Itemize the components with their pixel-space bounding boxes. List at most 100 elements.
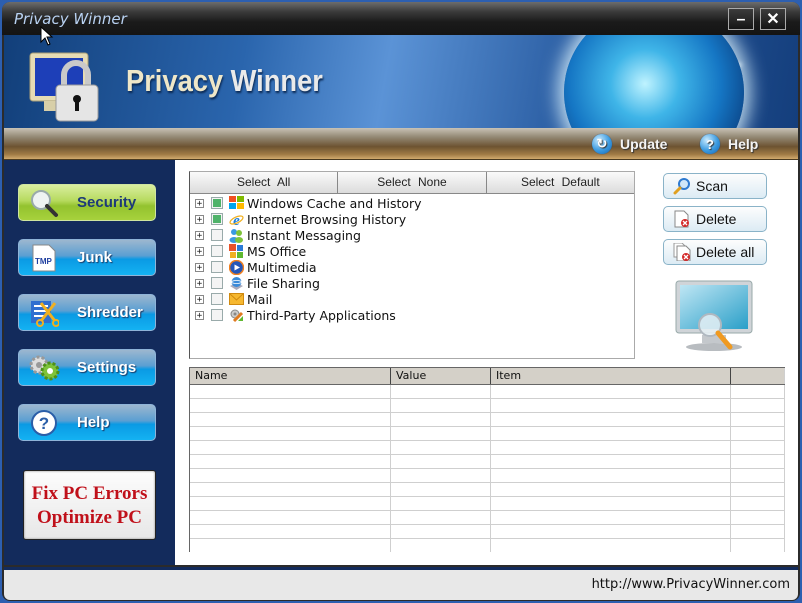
question-icon: ? — [700, 134, 720, 154]
close-button[interactable]: ✕ — [760, 8, 786, 30]
category-checkbox[interactable] — [211, 277, 223, 289]
expand-icon[interactable]: + — [195, 262, 204, 272]
delete-button[interactable]: Delete — [663, 206, 767, 232]
toolbar-help-button[interactable]: ? Help — [700, 133, 758, 155]
sidebar-item-security[interactable]: Security — [18, 184, 156, 221]
table-cell — [731, 441, 785, 454]
table-row[interactable] — [190, 539, 785, 552]
magnifier-icon — [673, 177, 691, 195]
table-cell — [731, 497, 785, 510]
expand-icon[interactable]: + — [195, 310, 204, 320]
table-cell — [731, 469, 785, 482]
fix-pc-errors-promo-button[interactable]: Fix PC Errors Optimize PC — [23, 470, 156, 540]
scan-button[interactable]: Scan — [663, 173, 767, 199]
table-cell — [731, 385, 785, 398]
scissors-document-icon — [27, 298, 61, 328]
mouse-cursor-icon — [40, 26, 54, 46]
envelope-icon — [228, 291, 244, 307]
expand-icon[interactable]: + — [195, 294, 204, 304]
delete-all-button[interactable]: Delete all — [663, 239, 767, 265]
category-checkbox[interactable] — [211, 229, 223, 241]
gears-icon — [27, 353, 61, 383]
category-file-sharing[interactable]: + File Sharing — [190, 275, 634, 291]
table-cell — [731, 413, 785, 426]
select-none-button[interactable]: Select None — [338, 172, 487, 193]
table-cell — [491, 427, 731, 440]
table-row[interactable] — [190, 441, 785, 455]
table-row[interactable] — [190, 497, 785, 511]
minimize-button[interactable]: – — [728, 8, 754, 30]
table-cell — [491, 539, 731, 552]
column-header-name[interactable]: Name — [190, 368, 391, 384]
update-button[interactable]: ↻ Update — [592, 133, 667, 155]
sidebar-item-junk[interactable]: TMP Junk — [18, 239, 156, 276]
category-checkbox[interactable] — [211, 261, 223, 273]
expand-icon[interactable]: + — [195, 214, 204, 224]
category-checkbox[interactable] — [211, 245, 223, 257]
table-cell — [190, 539, 391, 552]
results-table-body — [190, 385, 785, 552]
table-row[interactable] — [190, 427, 785, 441]
sidebar-item-help[interactable]: ? Help — [18, 404, 156, 441]
expand-icon[interactable]: + — [195, 198, 204, 208]
brand-logo-text: Privacy Winner — [126, 63, 323, 98]
table-row[interactable] — [190, 455, 785, 469]
table-row[interactable] — [190, 413, 785, 427]
table-cell — [190, 483, 391, 496]
website-link[interactable]: http://www.PrivacyWinner.com — [592, 577, 790, 592]
privacy-categories-panel: Select All Select None Select Default + … — [189, 171, 635, 359]
table-cell — [190, 399, 391, 412]
table-cell — [391, 497, 491, 510]
category-mail[interactable]: + Mail — [190, 291, 634, 307]
expand-icon[interactable]: + — [195, 278, 204, 288]
title-bar[interactable]: Privacy Winner – ✕ — [2, 2, 800, 35]
expand-icon[interactable]: + — [195, 246, 204, 256]
table-row[interactable] — [190, 399, 785, 413]
category-checkbox[interactable] — [211, 213, 223, 225]
update-label: Update — [620, 136, 668, 152]
column-header-extra[interactable] — [731, 368, 785, 384]
window-title: Privacy Winner — [14, 10, 127, 28]
expand-icon[interactable]: + — [195, 230, 204, 240]
table-row[interactable] — [190, 469, 785, 483]
table-cell — [491, 469, 731, 482]
table-cell — [190, 469, 391, 482]
column-header-value[interactable]: Value — [391, 368, 491, 384]
table-cell — [491, 455, 731, 468]
table-row[interactable] — [190, 483, 785, 497]
table-cell — [190, 413, 391, 426]
sidebar-item-settings[interactable]: Settings — [18, 349, 156, 386]
category-windows-cache[interactable]: + Windows Cache and History — [190, 195, 634, 211]
table-cell — [731, 525, 785, 538]
select-all-button[interactable]: Select All — [190, 172, 339, 193]
category-instant-messaging[interactable]: + Instant Messaging — [190, 227, 634, 243]
table-row[interactable] — [190, 385, 785, 399]
sidebar-item-shredder[interactable]: Shredder — [18, 294, 156, 331]
table-cell — [391, 483, 491, 496]
table-row[interactable] — [190, 511, 785, 525]
table-cell — [190, 455, 391, 468]
category-checkbox[interactable] — [211, 309, 223, 321]
table-cell — [731, 399, 785, 412]
table-cell — [731, 455, 785, 468]
table-cell — [731, 427, 785, 440]
table-cell — [391, 385, 491, 398]
table-row[interactable] — [190, 525, 785, 539]
category-third-party-apps[interactable]: + Third-Party Applications — [190, 307, 634, 323]
category-checkbox[interactable] — [211, 293, 223, 305]
category-checkbox[interactable] — [211, 197, 223, 209]
table-cell — [391, 511, 491, 524]
table-cell — [491, 441, 731, 454]
column-header-item[interactable]: Item — [491, 368, 731, 384]
table-cell — [190, 441, 391, 454]
category-internet-browsing[interactable]: + e Internet Browsing History — [190, 211, 634, 227]
ms-office-icon — [228, 243, 244, 259]
results-table: Name Value Item — [189, 367, 785, 552]
delete-all-files-icon — [673, 243, 691, 261]
category-multimedia[interactable]: + Multimedia — [190, 259, 634, 275]
monitor-padlock-icon — [29, 52, 99, 122]
select-default-button[interactable]: Select Default — [487, 172, 634, 193]
category-ms-office[interactable]: + MS Office — [190, 243, 634, 259]
results-table-header: Name Value Item — [190, 367, 785, 385]
table-cell — [391, 441, 491, 454]
